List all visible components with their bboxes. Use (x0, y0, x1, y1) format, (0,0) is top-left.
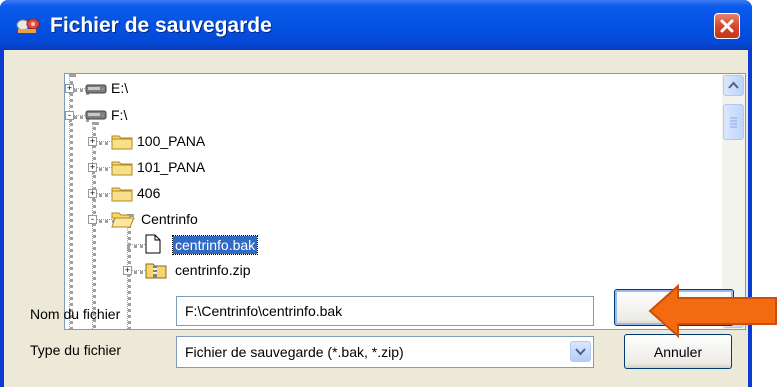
chevron-down-icon (575, 348, 586, 356)
folder-icon (111, 135, 133, 150)
tree-node-label[interactable]: 100_PANA (135, 132, 207, 150)
filename-field[interactable]: F:\Centrinfo\centrinfo.bak (176, 296, 594, 326)
title-bar[interactable]: Fichier de sauvegarde (0, 0, 752, 50)
open-folder-icon (111, 212, 135, 228)
grip-icon (730, 117, 737, 128)
tree-node-label[interactable]: 101_PANA (135, 158, 207, 176)
filename-label: Nom du fichier (30, 306, 121, 322)
annotation-arrow-icon (648, 283, 777, 339)
tree-expander[interactable]: - (88, 215, 97, 224)
tree-expander[interactable]: - (65, 111, 74, 120)
folder-icon (111, 161, 133, 176)
file-icon (145, 234, 161, 254)
dropdown-button[interactable] (570, 341, 591, 362)
tree-node-label[interactable]: E:\ (109, 79, 130, 97)
tree-node-label[interactable]: F:\ (109, 106, 129, 124)
window-title: Fichier de sauvegarde (50, 14, 272, 37)
tree-node-label[interactable]: Centrinfo (139, 210, 200, 228)
tree-expander[interactable]: + (123, 266, 132, 275)
dialog-body: + E:\ - F:\ + 100_PANA + 101_PANA + 406 … (4, 50, 748, 387)
tree-node-label[interactable]: centrinfo.zip (173, 261, 252, 279)
scroll-up-button[interactable] (723, 75, 744, 96)
close-icon (720, 19, 734, 33)
tree-expander[interactable]: + (65, 84, 74, 93)
drive-icon (85, 84, 107, 94)
tree-line (92, 122, 96, 329)
dialog-window: Fichier de sauvegarde + E:\ - F:\ + 100_… (0, 0, 752, 387)
chevron-up-icon (728, 81, 739, 89)
drive-icon (85, 110, 107, 120)
folder-icon (111, 187, 133, 202)
tree-node-label-selected[interactable]: centrinfo.bak (171, 235, 259, 255)
filetype-value: Fichier de sauvegarde (*.bak, *.zip) (185, 344, 404, 360)
tree-expander[interactable]: + (88, 189, 97, 198)
backup-app-icon (16, 18, 40, 33)
zip-folder-icon (145, 263, 167, 279)
tree-expander[interactable]: + (88, 137, 97, 146)
close-button[interactable] (714, 13, 740, 39)
scroll-thumb[interactable] (723, 104, 744, 140)
tree-expander[interactable]: + (88, 163, 97, 172)
filetype-select[interactable]: Fichier de sauvegarde (*.bak, *.zip) (176, 336, 594, 368)
tree-node-label[interactable]: 406 (135, 184, 162, 202)
filetype-label: Type du fichier (30, 342, 122, 358)
